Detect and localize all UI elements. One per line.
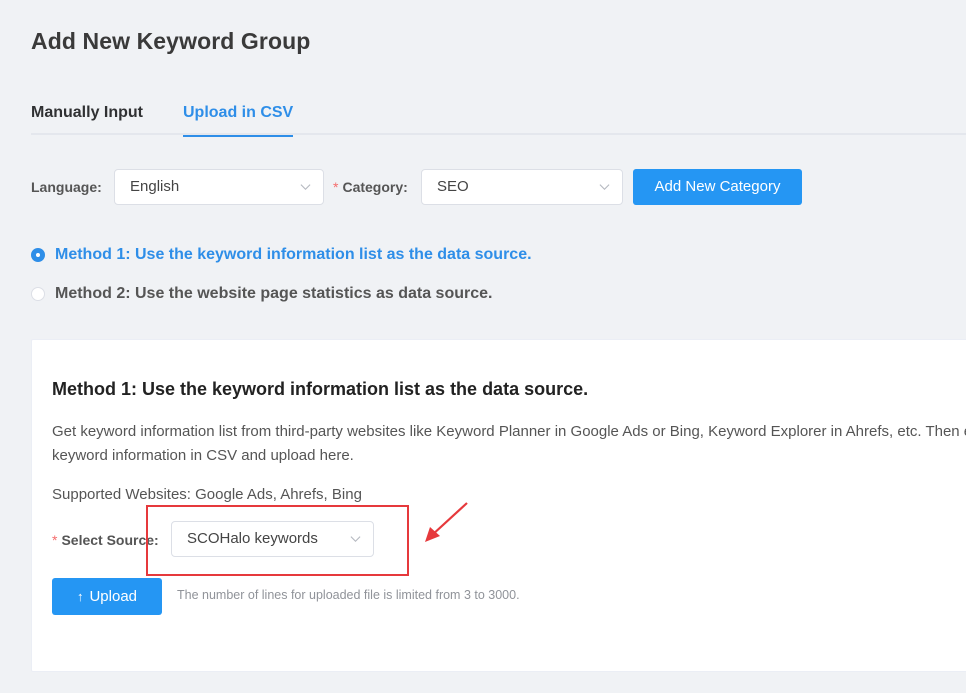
- card-description-line-2: keyword information in CSV and upload he…: [52, 447, 354, 464]
- upload-button[interactable]: ↑ Upload: [52, 578, 162, 615]
- select-source-label: * Select Source:: [52, 532, 159, 548]
- method-2-label: Method 2: Use the website page statistic…: [55, 285, 493, 302]
- upload-arrow-icon: ↑: [76, 589, 84, 604]
- category-select[interactable]: SEO: [421, 169, 623, 205]
- required-marker: *: [52, 532, 58, 548]
- tab-bar: Manually Input Upload in CSV: [31, 104, 966, 137]
- card-title: Method 1: Use the keyword information li…: [52, 379, 589, 399]
- method-1-label: Method 1: Use the keyword information li…: [55, 246, 532, 263]
- tab-upload-in-csv[interactable]: Upload in CSV: [183, 104, 294, 137]
- radio-unchecked-icon[interactable]: [31, 287, 45, 301]
- language-select-value: English: [130, 178, 180, 195]
- add-new-category-button[interactable]: Add New Category: [633, 169, 802, 205]
- category-select-value: SEO: [437, 178, 469, 195]
- red-arrow-annotation-icon: [425, 502, 468, 542]
- supported-websites: Supported Websites: Google Ads, Ahrefs, …: [52, 486, 362, 503]
- annotation-highlight-box: [146, 505, 409, 576]
- upload-button-label: Upload: [89, 588, 138, 605]
- method-1-radio-option[interactable]: Method 1: Use the keyword information li…: [31, 246, 532, 264]
- radio-checked-icon[interactable]: [31, 248, 45, 262]
- card-description: Get keyword information list from third-…: [52, 420, 966, 468]
- chevron-down-icon: [300, 184, 311, 191]
- chevron-down-icon: [599, 184, 610, 191]
- method-1-card: Method 1: Use the keyword information li…: [31, 339, 966, 672]
- page: Add New Keyword Group Manually Input Upl…: [0, 0, 966, 693]
- card-description-line-1: Get keyword information list from third-…: [52, 423, 966, 440]
- tab-manually-input[interactable]: Manually Input: [31, 104, 143, 135]
- language-label: Language:: [31, 179, 102, 195]
- required-marker: *: [333, 179, 339, 195]
- language-select[interactable]: English: [114, 169, 324, 205]
- method-2-radio-option[interactable]: Method 2: Use the website page statistic…: [31, 285, 492, 303]
- page-title: Add New Keyword Group: [31, 28, 311, 54]
- upload-hint: The number of lines for uploaded file is…: [177, 588, 520, 602]
- category-label: * Category:: [333, 179, 408, 195]
